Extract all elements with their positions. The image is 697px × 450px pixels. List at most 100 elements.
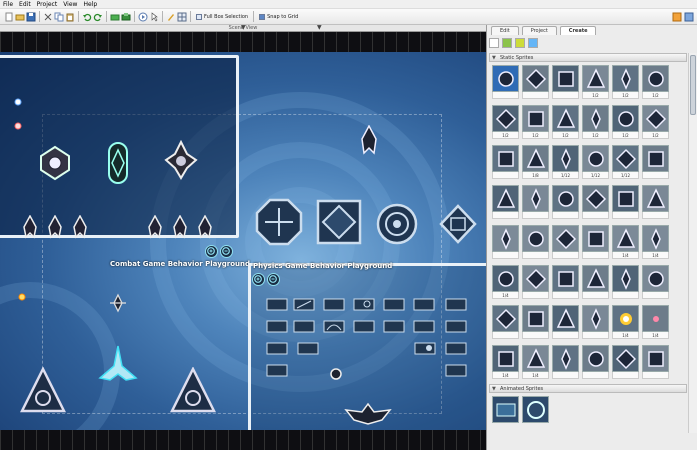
- hex-tile-sprite[interactable]: [438, 204, 478, 244]
- sprite-tile[interactable]: [552, 65, 579, 101]
- sprite-tile[interactable]: [552, 345, 579, 381]
- pointer-icon[interactable]: [149, 11, 159, 22]
- sprite-tile[interactable]: [522, 396, 549, 432]
- zoom-out-icon[interactable]: [267, 273, 280, 286]
- physics-tile-sprite[interactable]: [266, 364, 288, 377]
- small-gear-sprite[interactable]: [329, 367, 343, 381]
- zoom-in-icon[interactable]: [205, 245, 218, 258]
- sprite-tile[interactable]: 1/2: [582, 65, 609, 101]
- sprite-tile[interactable]: [642, 345, 669, 381]
- new-file-icon[interactable]: [4, 12, 14, 22]
- sprite-tile[interactable]: 1/4: [612, 305, 639, 341]
- physics-tile-sprite[interactable]: [383, 320, 405, 333]
- sprite-tile[interactable]: [522, 65, 549, 101]
- physics-tile-sprite[interactable]: [323, 298, 345, 311]
- zoom-out-icon[interactable]: [220, 245, 233, 258]
- sprite-tile[interactable]: [612, 185, 639, 221]
- sprite-tile[interactable]: 1/8: [522, 145, 549, 181]
- import-icon[interactable]: [110, 12, 120, 22]
- menu-help[interactable]: Help: [83, 0, 97, 9]
- paste-icon[interactable]: [65, 12, 75, 22]
- menu-view[interactable]: View: [63, 0, 77, 9]
- sprite-tile[interactable]: [582, 345, 609, 381]
- sprite-tile[interactable]: 1/2: [612, 105, 639, 141]
- snap-to-grid-checkbox[interactable]: [259, 13, 266, 20]
- physics-tile-sprite[interactable]: [266, 298, 288, 311]
- fighter-sprite[interactable]: [21, 215, 39, 239]
- sprite-tile[interactable]: [522, 305, 549, 341]
- sprite-tool-icon[interactable]: [489, 38, 499, 48]
- physics-tile-sprite[interactable]: [383, 298, 405, 311]
- sprite-tile[interactable]: 1/4: [522, 345, 549, 381]
- sprite-tile[interactable]: [582, 225, 609, 261]
- sprite-tile[interactable]: [582, 305, 609, 341]
- sprite-tile[interactable]: 1/4: [492, 265, 519, 301]
- down-arrow-icon[interactable]: ▼: [241, 25, 246, 31]
- sprite-tile[interactable]: [582, 185, 609, 221]
- menu-edit[interactable]: Edit: [19, 0, 31, 9]
- sprite-tile[interactable]: 1/12: [612, 145, 639, 181]
- physics-tile-sprite[interactable]: [353, 298, 375, 311]
- sprite-tile[interactable]: [492, 65, 519, 101]
- export-icon[interactable]: [121, 12, 131, 22]
- triangle-turret-sprite[interactable]: [20, 367, 66, 413]
- animation-tool-icon[interactable]: [515, 38, 525, 48]
- layout-icon[interactable]: [684, 12, 694, 22]
- sprite-tile[interactable]: 1/4: [492, 345, 519, 381]
- snap-to-grid-toggle[interactable]: Snap to Grid: [257, 11, 300, 22]
- orb-sprite[interactable]: [14, 122, 22, 130]
- cut-icon[interactable]: [43, 12, 53, 22]
- static-sprites-header[interactable]: Static Sprites: [489, 53, 687, 62]
- sprite-tile[interactable]: 1/2: [642, 65, 669, 101]
- sprite-tile[interactable]: [612, 265, 639, 301]
- fighter-sprite[interactable]: [71, 215, 89, 239]
- copy-icon[interactable]: [54, 12, 64, 22]
- physics-tile-sprite[interactable]: [293, 320, 315, 333]
- library-scrollbar[interactable]: [688, 53, 697, 433]
- window-icon[interactable]: [672, 12, 682, 22]
- animated-sprites-header[interactable]: Animated Sprites: [489, 384, 687, 393]
- menu-file[interactable]: File: [3, 0, 13, 9]
- sprite-tile[interactable]: [492, 396, 519, 432]
- physics-tile-sprite[interactable]: [445, 298, 467, 311]
- sprite-tile[interactable]: [552, 185, 579, 221]
- image-tool-icon[interactable]: [502, 38, 512, 48]
- fighter-sprite[interactable]: [171, 215, 189, 239]
- spiked-ship-sprite[interactable]: [163, 140, 199, 180]
- full-box-selection-toggle[interactable]: Full Box Selection: [194, 11, 250, 22]
- triangle-turret-sprite[interactable]: [170, 367, 216, 413]
- sprite-tile[interactable]: 1/4: [642, 225, 669, 261]
- capsule-ship-sprite[interactable]: [103, 140, 133, 186]
- scene-canvas[interactable]: Combat Game Behavior Playground Physics …: [0, 52, 486, 430]
- sprite-tile[interactable]: 1/2: [642, 105, 669, 141]
- physics-tile-sprite[interactable]: [353, 320, 375, 333]
- physics-tile-sprite[interactable]: [413, 298, 435, 311]
- ship-sprite[interactable]: [359, 125, 379, 155]
- scene-view[interactable]: Scene View ▼ ▼ Combat Game Behavior Play…: [0, 25, 486, 450]
- physics-tile-sprite[interactable]: [266, 342, 288, 355]
- sprite-tile[interactable]: [492, 225, 519, 261]
- orb-sprite[interactable]: [14, 98, 22, 106]
- save-icon[interactable]: [26, 12, 36, 22]
- physics-tile-sprite[interactable]: [293, 298, 315, 311]
- sprite-tile[interactable]: 1/2: [552, 105, 579, 141]
- sprite-tile[interactable]: [522, 185, 549, 221]
- winged-ship-sprite[interactable]: [344, 402, 392, 426]
- tab-create[interactable]: Create: [559, 26, 597, 35]
- fighter-sprite[interactable]: [196, 215, 214, 239]
- physics-tile-sprite[interactable]: [445, 364, 467, 377]
- glowing-ship-sprite[interactable]: [96, 344, 140, 388]
- physics-tile-sprite[interactable]: [445, 320, 467, 333]
- sprite-tile[interactable]: [552, 305, 579, 341]
- sprite-tile[interactable]: 1/2: [522, 105, 549, 141]
- sprite-tile[interactable]: 1/4: [642, 305, 669, 341]
- play-icon[interactable]: [138, 12, 148, 22]
- physics-tile-sprite[interactable]: [323, 320, 345, 333]
- ring-tile-sprite[interactable]: [375, 202, 419, 246]
- mine-sprite[interactable]: [108, 293, 128, 313]
- sprite-tile[interactable]: [492, 145, 519, 181]
- redo-icon[interactable]: [93, 12, 103, 22]
- sprite-tile[interactable]: 1/12: [552, 145, 579, 181]
- sprite-tile[interactable]: [642, 145, 669, 181]
- boss-ship-sprite[interactable]: [36, 144, 74, 182]
